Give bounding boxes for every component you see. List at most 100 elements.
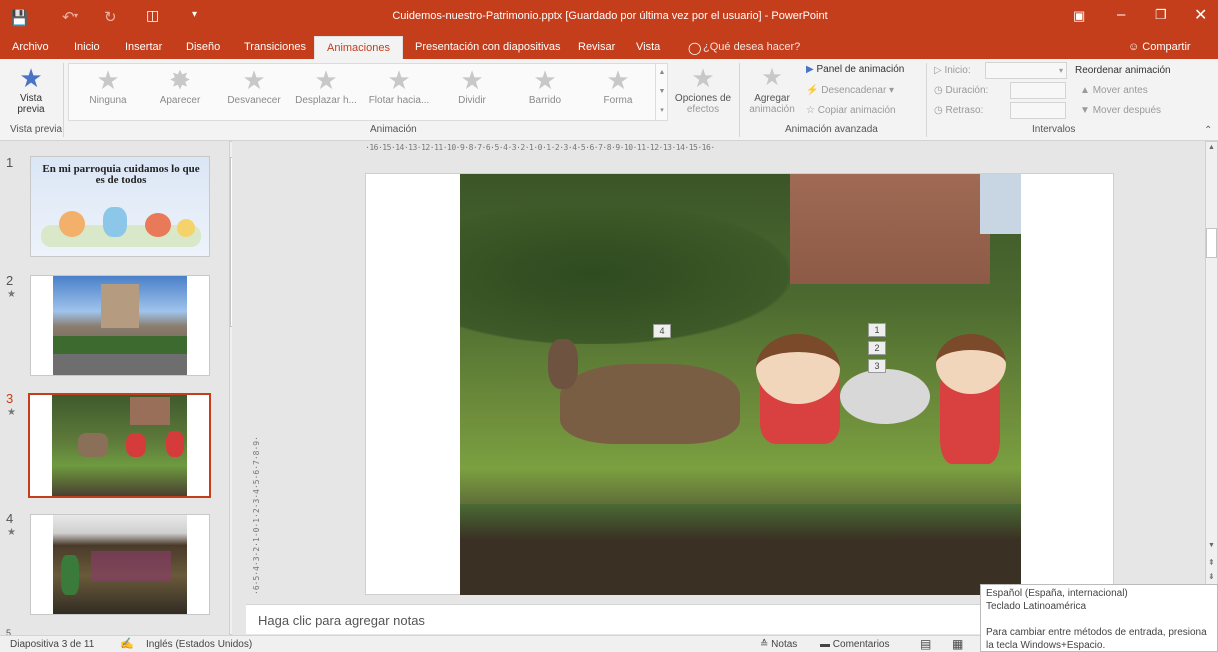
gallery-fly-in[interactable]: ★ Desplazar h...: [290, 65, 362, 113]
title-bar: 💾 ↶ ▾ ↻ ◫ ▾ Cuidemos-nuestro-Patrimonio.…: [0, 0, 1218, 36]
share-label: Compartir: [1142, 41, 1191, 53]
spellcheck-icon[interactable]: ✍: [120, 637, 134, 650]
add-animation-label-1: Agregar: [754, 93, 790, 104]
thumb-4-figure: [61, 555, 79, 595]
duration-label: ◷ Duración:: [934, 85, 989, 96]
gallery-none[interactable]: ★ Ninguna: [72, 65, 144, 113]
input-method-tooltip: Español (España, internacional) Teclado …: [980, 584, 1218, 652]
gallery-scroll[interactable]: ▲ ▼ ▾: [655, 63, 668, 121]
normal-view-icon[interactable]: ▤: [920, 637, 931, 651]
slide-thumb-1[interactable]: En mi parroquia cuidamos lo que es de to…: [30, 156, 210, 257]
tell-me-search[interactable]: ¿Qué desea hacer?: [703, 36, 800, 59]
animation-group-label: Animación: [370, 124, 417, 135]
move-later-button[interactable]: ▼ Mover después: [1080, 105, 1161, 116]
slide-scroll-thumb[interactable]: [1206, 228, 1217, 258]
slide-thumb-2[interactable]: [30, 275, 210, 376]
tooltip-line: Para cambiar entre métodos de entrada, p…: [986, 627, 1207, 638]
sheep: [840, 369, 930, 424]
tab-transitions[interactable]: Transiciones: [244, 36, 306, 59]
effect-options-label-2: efectos: [686, 104, 720, 115]
gallery-fly-label: Desplazar h...: [295, 95, 357, 106]
ribbon-display-options-icon[interactable]: ▣: [1073, 8, 1085, 24]
group-separator: [739, 63, 740, 137]
tab-animations[interactable]: Animaciones: [314, 36, 403, 59]
animation-pane-label: Panel de animación: [816, 64, 905, 75]
collapse-ribbon-icon[interactable]: ⌃: [1204, 125, 1212, 136]
delay-spinner[interactable]: [1010, 102, 1066, 119]
gallery-none-label: Ninguna: [89, 95, 127, 106]
notes-placeholder[interactable]: Haga clic para agregar notas: [246, 604, 982, 634]
slide-sorter-icon[interactable]: ▦: [952, 637, 963, 651]
animation-tag[interactable]: 1: [868, 323, 886, 337]
gallery-split-label: Dividir: [458, 95, 486, 106]
tab-file[interactable]: Archivo: [12, 36, 49, 59]
save-icon[interactable]: 💾: [10, 9, 29, 27]
gallery-wipe[interactable]: ★ Barrido: [509, 65, 581, 113]
present-from-start-icon[interactable]: ◫: [146, 7, 159, 24]
tab-home[interactable]: Inicio: [74, 36, 100, 59]
llama-photo[interactable]: [460, 174, 1021, 595]
thumb-2-trees: [53, 336, 187, 354]
tab-view[interactable]: Vista: [636, 36, 660, 59]
flower-bed: [460, 504, 1021, 595]
restore-icon[interactable]: ❐: [1155, 7, 1167, 23]
slide-thumb-4[interactable]: [30, 514, 210, 615]
tooltip-line: la tecla Windows+Espacio.: [986, 640, 1106, 651]
tab-slideshow[interactable]: Presentación con diapositivas: [415, 36, 561, 59]
add-animation-button[interactable]: ★ Agregar animación: [744, 63, 800, 123]
delay-label-text: Retraso:: [945, 105, 984, 116]
thumb-number: 1: [6, 155, 14, 170]
gallery-float-label: Flotar hacia...: [368, 95, 430, 106]
previous-slide-icon[interactable]: ⇞: [1208, 558, 1215, 567]
gallery-float-in[interactable]: ★ Flotar hacia...: [363, 65, 435, 113]
next-slide-icon[interactable]: ⇟: [1208, 572, 1215, 581]
gallery-wipe-label: Barrido: [528, 95, 562, 106]
slide-scroll-up-icon[interactable]: ▲: [1208, 144, 1215, 151]
preview-label-1: Vista: [19, 93, 43, 104]
copy-animation-button[interactable]: ☆ Copiar animación: [806, 105, 896, 116]
move-earlier-button[interactable]: ▲ Mover antes: [1080, 85, 1148, 96]
duration-spinner[interactable]: [1010, 82, 1066, 99]
slide-thumb-3[interactable]: [28, 393, 211, 498]
add-animation-label-2: animación: [749, 104, 795, 115]
reorder-label: Reordenar animación: [1075, 65, 1171, 76]
undo-icon[interactable]: ↶: [62, 8, 75, 26]
slide-thumbnail-pane: 1 En mi parroquia cuidamos lo que es de …: [0, 141, 243, 638]
llama-body: [560, 364, 740, 444]
close-icon[interactable]: ✕: [1194, 5, 1207, 25]
comments-button[interactable]: ▬ Comentarios: [820, 639, 889, 650]
slide-scrollbar[interactable]: [1205, 141, 1218, 599]
tab-design[interactable]: Diseño: [186, 36, 220, 59]
slide-scroll-down-icon[interactable]: ▼: [1208, 542, 1215, 549]
group-separator: [926, 63, 927, 137]
gallery-appear[interactable]: ✸ Aparecer: [144, 65, 216, 113]
trigger-button[interactable]: ⚡ Desencadenar ▾: [806, 85, 894, 96]
cartoon-girl-left-head: [756, 334, 840, 404]
thumb-number: 4: [6, 511, 14, 526]
animation-tag[interactable]: 4: [653, 324, 671, 338]
tree-cluster: [460, 204, 790, 344]
tab-review[interactable]: Revisar: [578, 36, 615, 59]
gallery-split[interactable]: ★ Dividir: [436, 65, 508, 113]
redo-icon[interactable]: ↻: [104, 8, 117, 26]
notes-button[interactable]: ≙ Notas: [760, 639, 797, 650]
slide-canvas[interactable]: 4 1 2 3: [365, 173, 1114, 595]
language-label[interactable]: Inglés (Estados Unidos): [146, 639, 252, 650]
tab-insert[interactable]: Insertar: [125, 36, 162, 59]
animation-pane-button[interactable]: ▶ Panel de animación: [806, 64, 904, 78]
share-button[interactable]: ☺ Compartir: [1128, 36, 1218, 59]
animation-tag[interactable]: 3: [868, 359, 886, 373]
gallery-fade[interactable]: ★ Desvanecer: [218, 65, 290, 113]
undo-dropdown-icon[interactable]: ▾: [74, 11, 78, 20]
minimize-icon[interactable]: –: [1117, 6, 1125, 23]
start-select[interactable]: ▾: [985, 62, 1067, 79]
tooltip-line: Teclado Latinoamérica: [986, 601, 1087, 612]
trigger-label: Desencadenar: [821, 85, 887, 96]
effect-options-button[interactable]: ★ Opciones de efectos: [672, 63, 734, 123]
gallery-shape[interactable]: ★ Forma: [582, 65, 654, 113]
customize-qat-icon[interactable]: ▾: [192, 9, 197, 20]
gallery-fade-label: Desvanecer: [227, 95, 281, 106]
preview-button[interactable]: ★ Vista previa: [6, 63, 56, 121]
thumb-3-girl-1: [126, 433, 146, 457]
animation-tag[interactable]: 2: [868, 341, 886, 355]
